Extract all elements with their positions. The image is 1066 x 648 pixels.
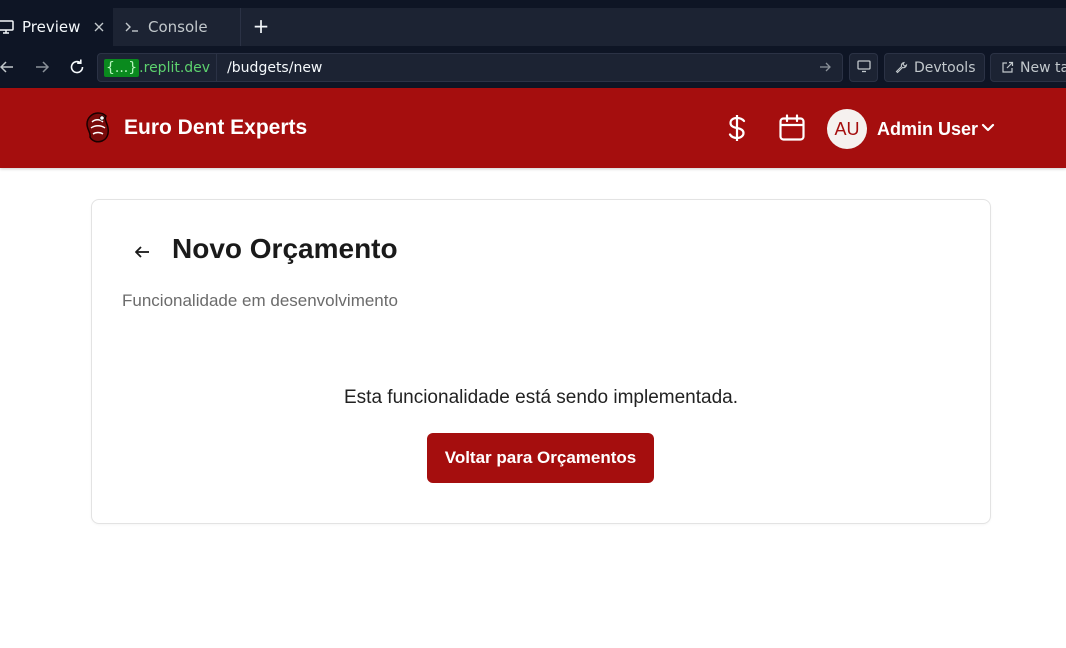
new-tab-button[interactable]: + — [250, 16, 272, 38]
devtools-label: Devtools — [914, 59, 976, 76]
url-host-domain: .replit.dev — [139, 59, 211, 76]
url-host-badge: {...} — [104, 58, 140, 77]
tab-label: Console — [148, 18, 208, 36]
calendar-icon[interactable] — [776, 112, 808, 144]
app-header: Euro Dent Experts AU Admin User — [0, 88, 1066, 168]
tab-preview[interactable]: Preview — [0, 8, 113, 46]
brand[interactable]: Euro Dent Experts — [82, 110, 307, 146]
logo-icon — [82, 110, 114, 146]
brand-name: Euro Dent Experts — [124, 116, 308, 139]
page-subtitle: Funcionalidade em desenvolvimento — [122, 291, 398, 310]
go-arrow-icon[interactable] — [818, 59, 834, 75]
monitor-icon — [0, 19, 14, 35]
back-button[interactable] — [128, 238, 156, 266]
window-top-bar — [0, 0, 1066, 8]
url-path[interactable]: /budgets/new — [217, 60, 322, 76]
forward-arrow-icon[interactable] — [31, 56, 53, 78]
browser-tab-bar: Preview Console + — [0, 8, 1066, 46]
devtools-button[interactable]: Devtools — [884, 53, 985, 82]
status-message: Esta funcionalidade está sendo implement… — [344, 387, 738, 408]
tab-console[interactable]: Console — [114, 8, 240, 46]
back-arrow-icon[interactable] — [0, 56, 18, 78]
tab-label: Preview — [22, 18, 81, 36]
user-name[interactable]: Admin User — [877, 119, 978, 140]
back-to-budgets-button[interactable]: Voltar para Orçamentos — [427, 433, 654, 483]
url-host: {...} .replit.dev — [98, 54, 218, 81]
device-preview-button[interactable] — [849, 53, 878, 82]
address-bar-row: {...} .replit.dev /budgets/new Devtools … — [0, 46, 1066, 88]
chevron-down-icon[interactable] — [980, 120, 996, 136]
open-new-tab-button[interactable]: New ta — [990, 53, 1066, 82]
page-title: Novo Orçamento — [172, 233, 398, 264]
new-tab-label: New ta — [1020, 59, 1066, 76]
tab-divider — [240, 8, 241, 46]
url-bar[interactable]: {...} .replit.dev /budgets/new — [97, 53, 843, 82]
terminal-icon — [124, 19, 140, 35]
reload-icon[interactable] — [66, 56, 88, 78]
close-icon[interactable] — [94, 22, 104, 32]
avatar[interactable]: AU — [827, 109, 867, 149]
monitor-icon — [856, 59, 871, 77]
dollar-icon[interactable] — [721, 112, 753, 144]
wrench-icon — [895, 61, 908, 74]
arrow-left-icon — [133, 243, 151, 261]
external-link-icon — [1001, 61, 1014, 74]
